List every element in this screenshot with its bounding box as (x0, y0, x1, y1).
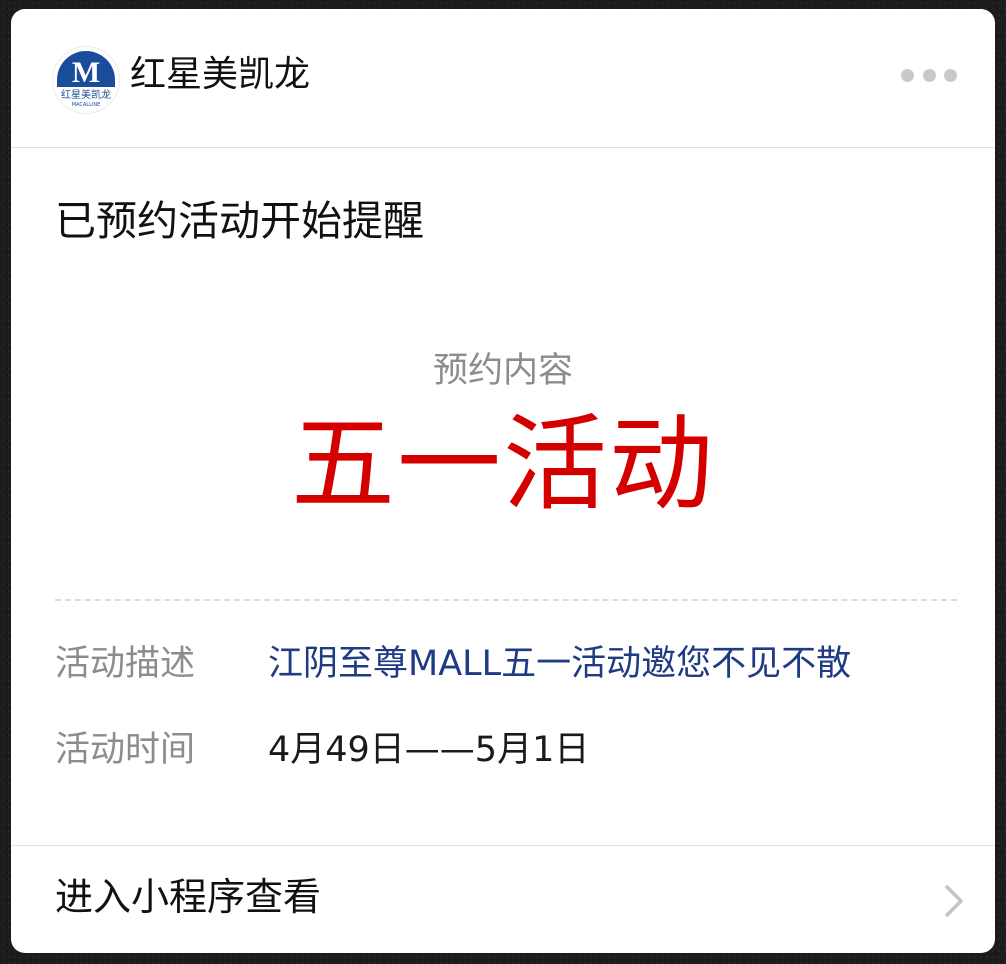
content-label: 预约内容 (432, 351, 573, 391)
notice-title: 已预约活动开始提醒 (55, 197, 424, 245)
logo-caption-cn: 红星美凯龙 (61, 88, 111, 101)
content-value: 五一活动 (290, 403, 715, 525)
ellipsis-dot-icon (901, 68, 914, 82)
card-header: M 红星美凯龙 MACALLINE 红星美凯龙 (11, 9, 995, 148)
open-mini-program-label: 进入小程序查看 (55, 875, 322, 919)
time-value: 4月49日——5月1日 (268, 730, 590, 770)
ellipsis-dot-icon (944, 68, 957, 82)
reminder-card: M 红星美凯龙 MACALLINE 红星美凯龙 已预约活动开始提醒 预约内容 五… (11, 9, 995, 953)
description-label: 活动描述 (55, 644, 196, 684)
logo-letter: M (72, 56, 100, 89)
time-label: 活动时间 (55, 730, 196, 770)
logo-caption-en: MACALLINE (72, 102, 101, 108)
brand-logo-icon[interactable]: M 红星美凯龙 MACALLINE (53, 47, 119, 113)
chevron-right-icon (943, 884, 965, 922)
dashed-divider (55, 599, 957, 601)
macalline-logo-icon: M 红星美凯龙 MACALLINE (53, 47, 119, 113)
brand-name[interactable]: 红星美凯龙 (130, 53, 310, 97)
ellipsis-dot-icon (922, 68, 936, 82)
more-options-button[interactable] (901, 63, 957, 87)
description-value: 江阴至尊MALL五一活动邀您不见不散 (268, 644, 852, 684)
open-mini-program-button[interactable]: 进入小程序查看 (11, 845, 995, 953)
